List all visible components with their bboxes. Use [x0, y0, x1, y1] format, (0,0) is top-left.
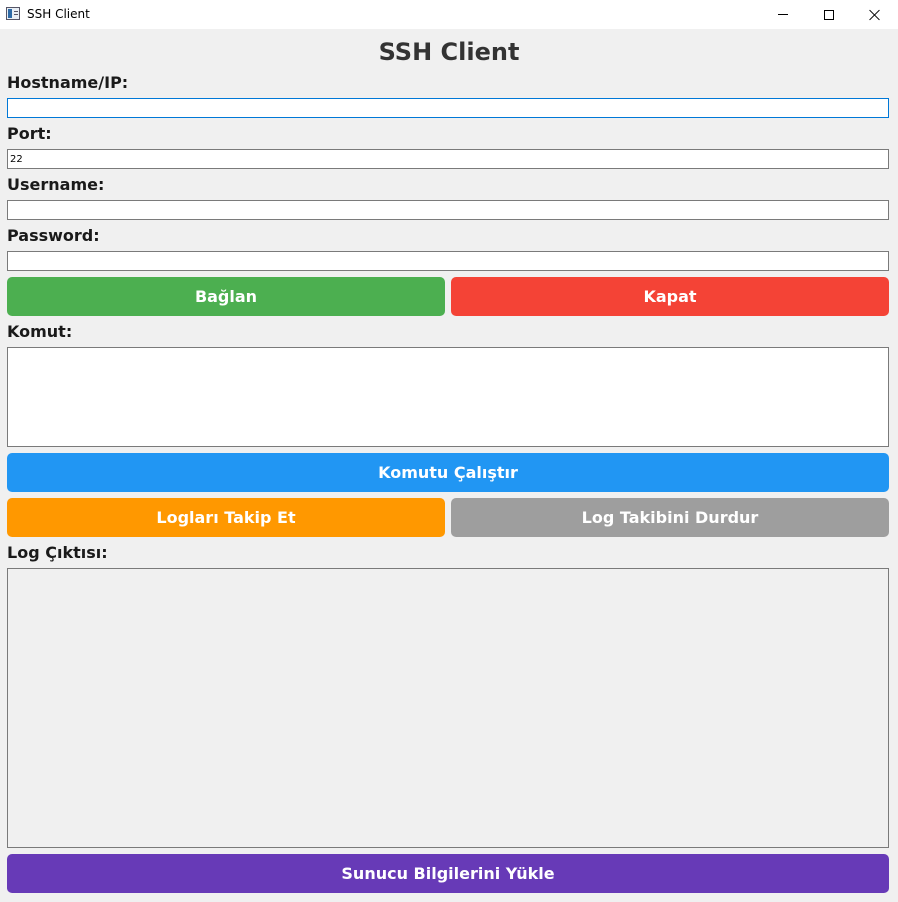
app-title: SSH Client [378, 38, 520, 66]
log-output-label: Log Çıktısı: [7, 543, 108, 562]
password-input[interactable] [7, 251, 889, 271]
connect-button[interactable]: Bağlan [7, 277, 445, 316]
password-label: Password: [7, 226, 100, 245]
minimize-button[interactable] [760, 0, 806, 29]
command-input[interactable] [7, 347, 889, 447]
follow-logs-button[interactable]: Logları Takip Et [7, 498, 445, 537]
hostname-input[interactable] [7, 98, 889, 118]
disconnect-button[interactable]: Kapat [451, 277, 889, 316]
username-label: Username: [7, 175, 105, 194]
command-label: Komut: [7, 322, 73, 341]
close-window-button[interactable] [852, 0, 898, 29]
load-server-info-button[interactable]: Sunucu Bilgilerini Yükle [7, 854, 889, 893]
window-titlebar: SSH Client [0, 0, 898, 29]
run-command-button[interactable]: Komutu Çalıştır [7, 453, 889, 492]
stop-follow-logs-button[interactable]: Log Takibini Durdur [451, 498, 889, 537]
hostname-label: Hostname/IP: [7, 73, 129, 92]
log-output[interactable] [7, 568, 889, 848]
minimize-icon [778, 14, 788, 15]
username-input[interactable] [7, 200, 889, 220]
port-label: Port: [7, 124, 52, 143]
maximize-icon [824, 9, 834, 20]
close-icon [869, 9, 881, 21]
maximize-button[interactable] [806, 0, 852, 29]
window-title: SSH Client [27, 7, 90, 21]
port-input[interactable] [7, 149, 889, 169]
app-icon [6, 7, 20, 20]
